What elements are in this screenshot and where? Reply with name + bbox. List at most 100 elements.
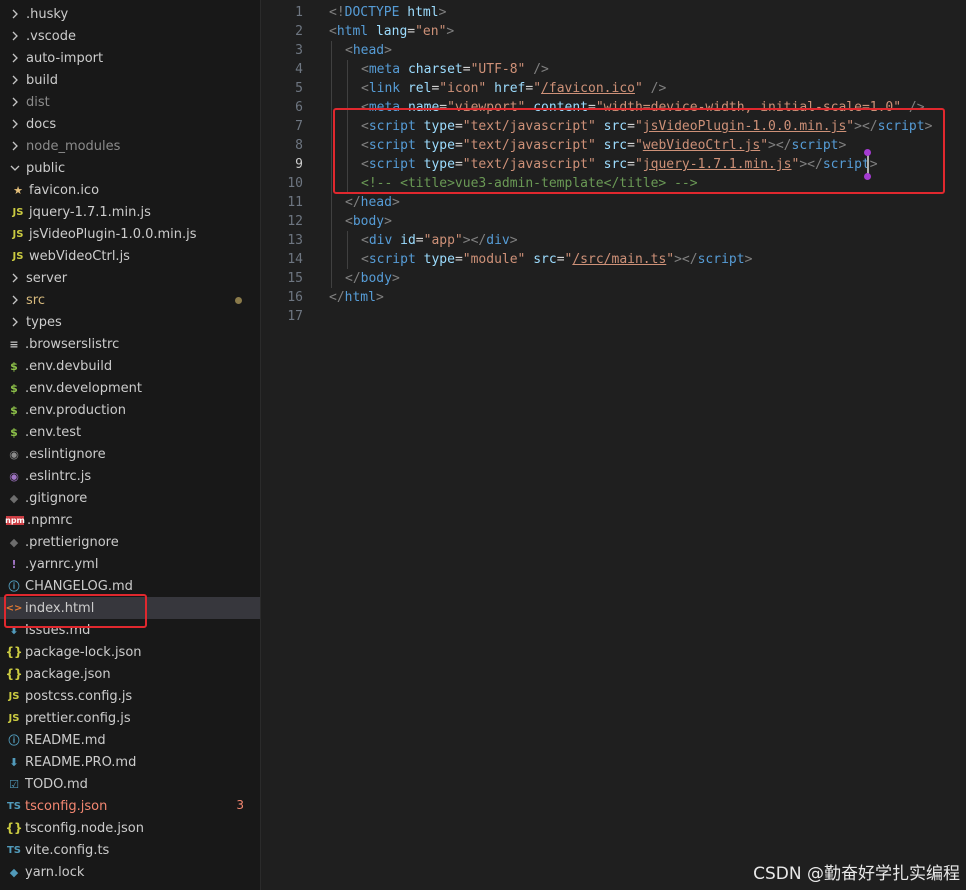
explorer-item-label: .yarnrc.yml	[25, 556, 99, 572]
eslint-icon: ◉	[9, 447, 19, 461]
explorer-file-env-production[interactable]: $ .env.production	[0, 399, 260, 421]
code-token: =	[556, 252, 565, 267]
code-line[interactable]: </html>	[329, 288, 384, 307]
explorer-item-label: .prettierignore	[25, 534, 119, 550]
explorer-folder-husky[interactable]: .husky	[0, 3, 260, 25]
code-token: "icon"	[439, 81, 487, 96]
javascript-file-icon: JS	[8, 712, 20, 724]
code-editor[interactable]: 1 2 3 4 5 6 7 8 9 10 11 12 13 14 15 16 17 <!DOCTYPE html…	[261, 0, 966, 890]
explorer-folder-types[interactable]: types	[0, 311, 260, 333]
explorer-file-env-devbuild[interactable]: $ .env.devbuild	[0, 355, 260, 377]
code-token: html	[407, 5, 439, 20]
exclamation-yaml-icon: !	[11, 557, 17, 571]
explorer-file-tsconfig-json[interactable]: TS tsconfig.json 3	[0, 795, 260, 817]
explorer-file-postcss-config-js[interactable]: JS postcss.config.js	[0, 685, 260, 707]
javascript-file-icon: JS	[8, 690, 20, 702]
explorer-file-prettier-config-js[interactable]: JS prettier.config.js	[0, 707, 260, 729]
selection-handle-bottom[interactable]	[864, 173, 871, 180]
explorer-folder-server[interactable]: server	[0, 267, 260, 289]
explorer-item-label: .npmrc	[27, 512, 73, 528]
explorer-file-eslintrc-js[interactable]: ◉ .eslintrc.js	[0, 465, 260, 487]
code-token: "UTF-8"	[470, 62, 526, 77]
explorer-folder-public[interactable]: public	[0, 157, 260, 179]
explorer-file-env-test[interactable]: $ .env.test	[0, 421, 260, 443]
typescript-config-icon: TS	[6, 800, 22, 812]
explorer-file-tsconfig-node-json[interactable]: {} tsconfig.node.json	[0, 817, 260, 839]
indent-guide	[331, 250, 332, 269]
code-token: <	[361, 233, 369, 248]
explorer-file-jquery-1-7-1-min-js[interactable]: JS jquery-1.7.1.min.js	[0, 201, 260, 223]
explorer-file-webvideoctrl-js[interactable]: JS webVideoCtrl.js	[0, 245, 260, 267]
file-explorer: .husky .vscode auto-import build dist docs nod…	[0, 0, 261, 890]
code-token: <	[345, 214, 353, 229]
explorer-item-label: yarn.lock	[25, 864, 85, 880]
explorer-file-readme-pro-md[interactable]: ⬇ README.PRO.md	[0, 751, 260, 773]
code-token: script	[368, 252, 416, 267]
explorer-file-jsvideoplugin-1-0-0-min-js[interactable]: JS jsVideoPlugin-1.0.0.min.js	[0, 223, 260, 245]
code-token: >	[384, 43, 392, 58]
explorer-file-todo-md[interactable]: ☑ TODO.md	[0, 773, 260, 795]
explorer-file-eslintignore[interactable]: ◉ .eslintignore	[0, 443, 260, 465]
code-token: id	[400, 233, 416, 248]
code-line[interactable]: </head>	[345, 193, 400, 212]
chevron-down-icon	[10, 163, 20, 173]
code-token: /favicon.ico	[541, 81, 635, 96]
line-number: 7	[295, 119, 303, 134]
javascript-file-icon: JS	[12, 250, 24, 262]
explorer-folder-build[interactable]: build	[0, 69, 260, 91]
code-token: href	[494, 81, 526, 96]
code-token: "	[533, 81, 542, 96]
code-line[interactable]: <div id="app"></div>	[361, 231, 518, 250]
explorer-folder-docs[interactable]: docs	[0, 113, 260, 135]
code-line[interactable]: <html lang="en">	[329, 22, 454, 41]
explorer-item-label: webVideoCtrl.js	[29, 248, 130, 264]
code-token: />	[533, 62, 549, 77]
explorer-folder-dist[interactable]: dist	[0, 91, 260, 113]
code-token: >	[391, 271, 400, 286]
indent-guide	[347, 231, 348, 250]
explorer-file-browserslistrc[interactable]: ≡ .browserslistrc	[0, 333, 260, 355]
json-file-icon: {}	[5, 821, 23, 835]
explorer-item-label: package-lock.json	[25, 644, 142, 660]
explorer-folder-vscode[interactable]: .vscode	[0, 25, 260, 47]
explorer-item-label: .eslintignore	[25, 446, 106, 462]
javascript-file-icon: JS	[12, 206, 24, 218]
problem-count-badge: 3	[236, 798, 244, 812]
code-line[interactable]: <link rel="icon" href="/favicon.ico" />	[361, 79, 666, 98]
explorer-file-vite-config-ts[interactable]: TS vite.config.ts	[0, 839, 260, 861]
explorer-file-env-development[interactable]: $ .env.development	[0, 377, 260, 399]
explorer-file-prettierignore[interactable]: ◆ .prettierignore	[0, 531, 260, 553]
code-line[interactable]: <!DOCTYPE html>	[329, 3, 446, 22]
explorer-file-yarn-lock[interactable]: ◆ yarn.lock	[0, 861, 260, 883]
explorer-folder-node-modules[interactable]: node_modules	[0, 135, 260, 157]
selection-handle-top[interactable]	[864, 149, 871, 156]
explorer-file-package-lock-json[interactable]: {} package-lock.json	[0, 641, 260, 663]
code-line[interactable]: <meta charset="UTF-8" />	[361, 60, 549, 79]
indent-guide	[331, 174, 332, 193]
code-line[interactable]: <body>	[345, 212, 392, 231]
explorer-folder-src[interactable]: src	[0, 289, 260, 311]
chevron-right-icon	[10, 317, 20, 327]
code-line[interactable]: <script type="module" src="/src/main.ts"…	[361, 250, 752, 269]
code-token: </	[345, 195, 361, 210]
explorer-item-label: .husky	[26, 6, 69, 22]
explorer-file-gitignore[interactable]: ◆ .gitignore	[0, 487, 260, 509]
line-number: 3	[295, 43, 303, 58]
code-token: =	[462, 62, 471, 77]
explorer-file-npmrc[interactable]: npm .npmrc	[0, 509, 260, 531]
explorer-file-package-json[interactable]: {} package.json	[0, 663, 260, 685]
explorer-folder-auto-import[interactable]: auto-import	[0, 47, 260, 69]
code-line[interactable]: </body>	[345, 269, 400, 288]
line-number: 4	[295, 62, 303, 77]
explorer-item-label: tsconfig.node.json	[25, 820, 144, 836]
explorer-file-readme-md[interactable]: ⓘ README.md	[0, 729, 260, 751]
code-token: />	[650, 81, 667, 96]
code-token: >	[384, 214, 392, 229]
explorer-item-label: README.md	[25, 732, 106, 748]
explorer-file-yarnrc-yml[interactable]: ! .yarnrc.yml	[0, 553, 260, 575]
explorer-file-favicon-ico[interactable]: ★ favicon.ico	[0, 179, 260, 201]
code-token: >	[391, 195, 400, 210]
code-line[interactable]: <head>	[345, 41, 392, 60]
chevron-right-icon	[10, 273, 20, 283]
code-token: =	[415, 233, 424, 248]
